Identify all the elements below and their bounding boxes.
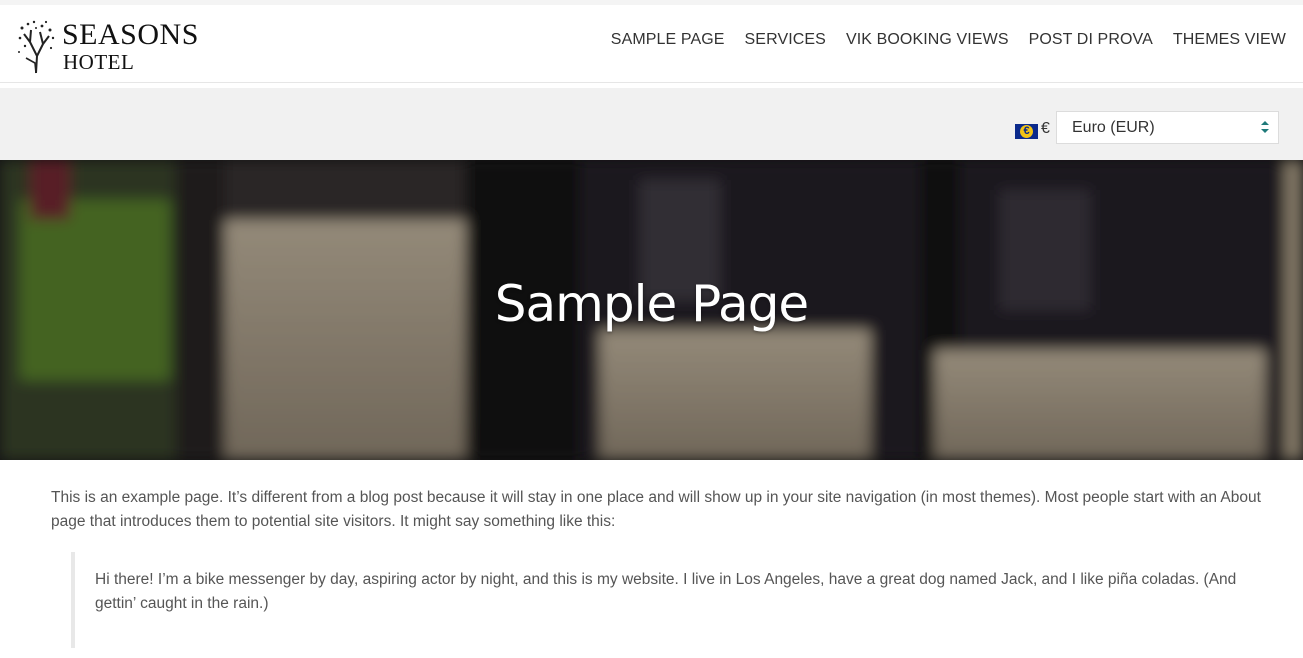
currency-select-value: Euro (EUR) — [1072, 119, 1155, 136]
eu-flag-icon: € — [1015, 124, 1038, 139]
tree-icon — [18, 20, 55, 74]
page-content: This is an example page. It’s different … — [51, 486, 1261, 534]
page-hero: Sample Page — [0, 160, 1303, 460]
site-header: SEASONS HOTEL SAMPLE PAGE SERVICES VIK B… — [0, 5, 1303, 83]
nav-item-vik-booking-views[interactable]: VIK BOOKING VIEWS — [846, 31, 1009, 49]
logo-subtitle: HOTEL — [63, 50, 135, 74]
site-logo[interactable]: SEASONS HOTEL — [16, 18, 216, 76]
currency-bar: € € Euro (EUR) — [0, 88, 1303, 160]
currency-symbol: € — [1041, 120, 1050, 137]
intro-paragraph: This is an example page. It’s different … — [51, 489, 1261, 530]
main-navigation: SAMPLE PAGE SERVICES VIK BOOKING VIEWS P… — [611, 31, 1286, 49]
select-arrows-icon — [1261, 121, 1269, 133]
nav-item-services[interactable]: SERVICES — [745, 31, 826, 49]
euro-coin-glyph: € — [1020, 125, 1033, 138]
sample-quote: Hi there! I’m a bike messenger by day, a… — [71, 552, 1261, 648]
nav-item-sample-page[interactable]: SAMPLE PAGE — [611, 31, 725, 49]
quote-text: Hi there! I’m a bike messenger by day, a… — [95, 571, 1237, 612]
nav-item-themes-view[interactable]: THEMES VIEW — [1173, 31, 1286, 49]
nav-item-post-di-prova[interactable]: POST DI PROVA — [1029, 31, 1153, 49]
page-title: Sample Page — [494, 275, 809, 333]
logo-title: SEASONS — [62, 18, 199, 51]
currency-select[interactable]: Euro (EUR) — [1056, 111, 1279, 144]
